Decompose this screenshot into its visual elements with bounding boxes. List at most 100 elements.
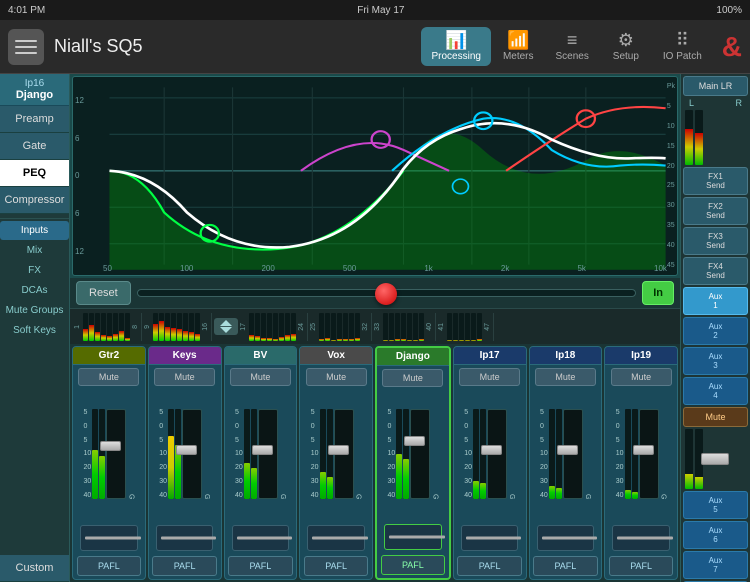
tab-setup[interactable]: ⚙ Setup [601,27,651,66]
channel-header-django: Django [377,348,449,366]
pafl-ip17-button[interactable]: PAFL [457,556,522,576]
fader-area-keys: 50510203040 G [149,389,221,523]
aux1-button[interactable]: Aux1 [683,287,748,315]
fader-vox[interactable] [334,409,354,499]
fader-thumb-vox[interactable] [328,445,349,455]
tab-iopatch-label: IO Patch [663,51,702,62]
fader-thumb-keys[interactable] [176,445,197,455]
fader-thumb-ip17[interactable] [481,445,502,455]
compressor-button[interactable]: Compressor [0,187,69,214]
fader-ip17[interactable] [487,409,507,499]
fx1-send-button[interactable]: FX1Send [683,167,748,195]
scroll-up-icon[interactable] [220,320,232,326]
fader-ip19[interactable] [639,409,659,499]
scroll-down-icon[interactable] [220,327,232,333]
mute-bv-button[interactable]: Mute [230,368,291,386]
aux4-button[interactable]: Aux4 [683,377,748,405]
channel-strip-bv[interactable]: BV Mute 50510203040 [224,346,298,580]
fader-ip18[interactable] [563,409,583,499]
master-meter-r [695,110,703,165]
mini-meter [113,313,118,341]
channel-strip-ip17[interactable]: Ip17 Mute 50510203040 [453,346,527,580]
mute-vox-button[interactable]: Mute [306,368,367,386]
channel-strip-keys[interactable]: Keys Mute 50510203040 [148,346,222,580]
brand-ampersand: & [722,31,742,63]
mute-groups-nav-button[interactable]: Mute Groups [0,301,69,320]
fader-track[interactable] [137,289,636,297]
gate-button[interactable]: Gate [0,133,69,160]
pafl-gtr2-button[interactable]: PAFL [77,556,142,576]
mute-ip18-button[interactable]: Mute [535,368,596,386]
right-fader-thumb[interactable] [701,453,729,465]
dcas-nav-button[interactable]: DCAs [0,281,69,300]
in-button[interactable]: In [642,281,674,305]
scroll-arrows[interactable] [214,318,238,335]
mute-ip17-button[interactable]: Mute [459,368,520,386]
fader-django[interactable] [410,409,430,499]
fader-area-vox: 50510203040 G [300,389,372,523]
mute-keys-button[interactable]: Mute [154,368,215,386]
channel-strip-gtr2[interactable]: Gtr2 Mute 50510203040 [72,346,146,580]
fader-bottom-bv [232,525,289,551]
tab-meters[interactable]: 📶 Meters [493,27,544,66]
channel-header-bv: BV [225,347,297,365]
fx3-send-button[interactable]: FX3Send [683,227,748,255]
mini-meter [447,313,452,341]
pafl-vox-button[interactable]: PAFL [304,556,369,576]
main-lr-button[interactable]: Main LR [683,76,748,96]
mute-right-button[interactable]: Mute [683,407,748,427]
channel-strip-ip18[interactable]: Ip18 Mute 50510203040 [529,346,603,580]
master-meter-l [685,110,693,165]
mute-gtr2-button[interactable]: Mute [78,368,139,386]
pafl-ip19-button[interactable]: PAFL [609,556,674,576]
preamp-button[interactable]: Preamp [0,106,69,133]
pafl-django-button[interactable]: PAFL [381,555,446,575]
pafl-keys-button[interactable]: PAFL [152,556,217,576]
aux7-button[interactable]: Aux7 [683,551,748,579]
fader-thumb-ip19[interactable] [633,445,654,455]
tab-iopatch[interactable]: ⠿ IO Patch [653,27,712,66]
mini-meter [89,313,94,341]
peq-button[interactable]: PEQ [0,160,69,187]
fader-thumb-django[interactable] [404,436,425,446]
mute-django-button[interactable]: Mute [382,369,443,387]
custom-button[interactable]: Custom [0,555,69,582]
channel-strip-ip19[interactable]: Ip19 Mute 50510203040 [604,346,678,580]
pafl-ip18-button[interactable]: PAFL [533,556,598,576]
fader-knob[interactable] [375,283,397,305]
ch-meter-l-ip18 [549,409,555,499]
channel-strip-django[interactable]: Django Mute 50510203040 [375,346,451,580]
tab-processing[interactable]: 📊 Processing [421,27,490,66]
fx-nav-button[interactable]: FX [0,261,69,280]
aux6-button[interactable]: Aux6 [683,521,748,549]
eq-svg [73,77,677,275]
fader-thumb-gtr2[interactable] [100,441,121,451]
mini-meter [407,313,412,341]
soft-keys-nav-button[interactable]: Soft Keys [0,321,69,340]
fader-gtr2[interactable] [106,409,126,499]
fader-area-ip18: 50510203040 G [530,389,602,523]
aux3-button[interactable]: Aux3 [683,347,748,375]
ch-meter-l-ip19 [625,409,631,499]
pafl-bv-button[interactable]: PAFL [228,556,293,576]
mix-nav-button[interactable]: Mix [0,241,69,260]
fader-bv[interactable] [258,409,278,499]
fader-thumb-ip18[interactable] [557,445,578,455]
tab-scenes[interactable]: ≡ Scenes [546,27,599,66]
aux5-button[interactable]: Aux5 [683,491,748,519]
fx4-send-button[interactable]: FX4Send [683,257,748,285]
inputs-nav-button[interactable]: Inputs [0,221,69,240]
meter-group-5: 33 40 [374,313,436,341]
fx2-send-button[interactable]: FX2Send [683,197,748,225]
mini-meter [465,313,470,341]
reset-button[interactable]: Reset [76,281,131,305]
mini-meter [383,313,388,341]
setup-icon: ⚙ [618,31,634,49]
fader-keys[interactable] [182,409,202,499]
fader-thumb-bv[interactable] [252,445,273,455]
transport-bar: Reset In [70,278,680,308]
mute-ip19-button[interactable]: Mute [611,368,672,386]
aux2-button[interactable]: Aux2 [683,317,748,345]
channel-strip-vox[interactable]: Vox Mute 50510203040 [299,346,373,580]
menu-icon[interactable] [8,29,44,65]
